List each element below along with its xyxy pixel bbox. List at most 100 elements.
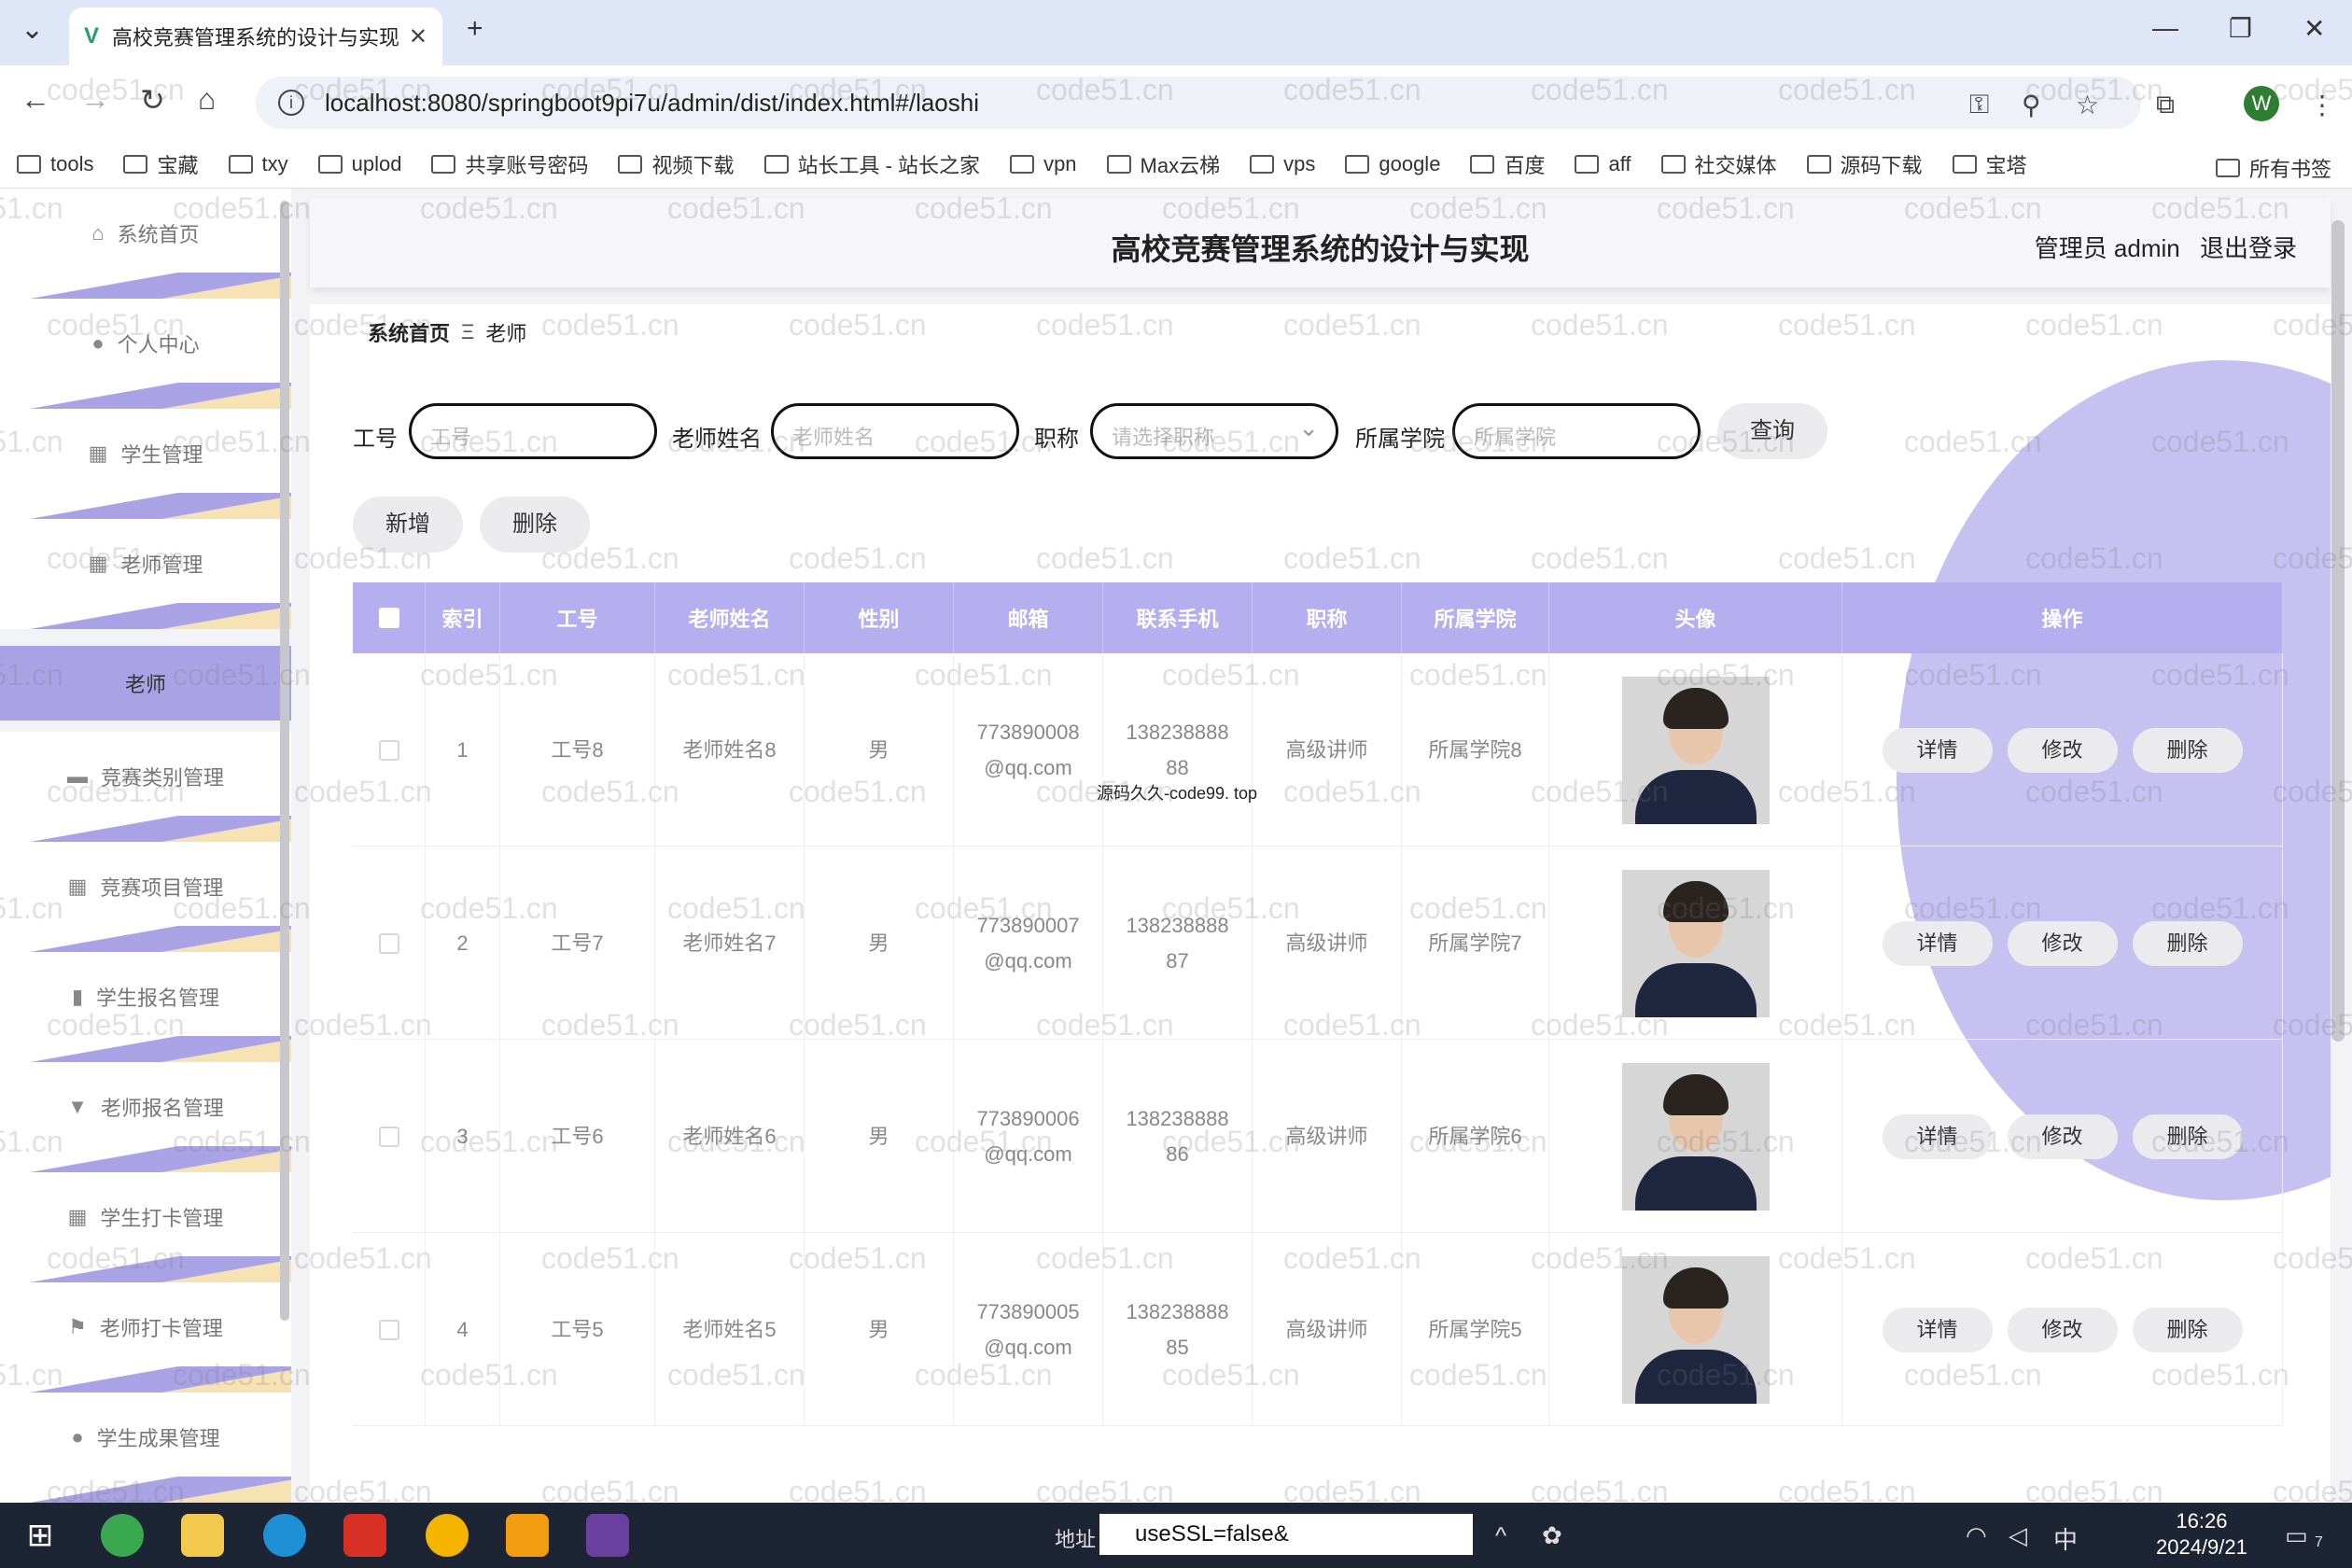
logout-link[interactable]: 退出登录 <box>2200 234 2297 262</box>
edit-button[interactable]: 修改 <box>2007 920 2118 966</box>
bookmark-item[interactable]: vps <box>1250 152 1315 176</box>
table-cell: 男 <box>805 1040 954 1233</box>
site-info-icon[interactable]: i <box>278 90 304 116</box>
bookmark-item[interactable]: 宝塔 <box>1952 149 2027 179</box>
wps-icon[interactable] <box>343 1514 386 1557</box>
college-input[interactable]: 所属学院 <box>1452 403 1701 459</box>
bookmark-item[interactable]: 站长工具 - 站长之家 <box>763 149 980 179</box>
sidebar-item[interactable]: ▦ 竞赛项目管理 <box>0 842 291 952</box>
sidebar-item[interactable]: ● 个人中心 <box>0 299 291 409</box>
url-text[interactable]: localhost:8080/springboot9pi7u/admin/dis… <box>325 89 979 118</box>
bookmark-label: vps <box>1283 151 1316 175</box>
notification-icon[interactable]: ▭ <box>2285 1521 2308 1550</box>
delete-button[interactable]: 删除 <box>2132 727 2243 773</box>
delete-button[interactable]: 删除 <box>2132 1113 2243 1159</box>
file-explorer-icon[interactable] <box>181 1514 224 1557</box>
sidebar-item-row: ● 学生成果管理 <box>0 1422 291 1452</box>
edge-icon[interactable] <box>263 1514 306 1557</box>
detail-button[interactable]: 详情 <box>1882 1307 1993 1352</box>
bookmark-item[interactable]: txy <box>228 152 288 176</box>
zoom-icon[interactable]: ⚲ <box>2022 90 2041 120</box>
clock[interactable]: 16:26 2024/9/21 <box>2156 1508 2247 1561</box>
query-button[interactable]: 查询 <box>1717 403 1827 459</box>
bookmark-item[interactable]: google <box>1345 152 1440 176</box>
window-close-icon[interactable]: ✕ <box>2303 13 2325 44</box>
bookmark-item[interactable]: aff <box>1575 152 1631 176</box>
detail-button[interactable]: 详情 <box>1882 920 1993 966</box>
tray-expand-icon[interactable]: ^ <box>1495 1521 1506 1550</box>
bookmark-item[interactable]: uplod <box>317 152 401 176</box>
cell-college: 所属学院7 <box>1428 931 1522 955</box>
sidebar-scrollbar[interactable] <box>280 201 289 1321</box>
network-icon[interactable]: ◠ <box>1966 1521 1987 1550</box>
app-orange-icon[interactable] <box>506 1514 549 1557</box>
restore-icon[interactable]: ❐ <box>2229 13 2252 44</box>
ime-indicator[interactable]: 中 <box>2053 1521 2078 1556</box>
menu-icon[interactable]: ⋮ <box>2309 90 2335 120</box>
detail-button[interactable]: 详情 <box>1882 1113 1993 1159</box>
chrome-icon[interactable] <box>426 1514 469 1557</box>
windows-start-icon[interactable]: ⊞ <box>19 1514 62 1557</box>
bookmark-item[interactable]: Max云梯 <box>1106 149 1220 179</box>
gonghao-input[interactable]: 工号 <box>409 403 657 459</box>
bookmark-item[interactable]: 源码下载 <box>1806 149 1923 179</box>
add-button[interactable]: 新增 <box>353 497 463 553</box>
table-cell: 详情 修改 删除 <box>1842 847 2283 1040</box>
edit-button[interactable]: 修改 <box>2007 1113 2118 1159</box>
page-scrollbar[interactable] <box>2331 220 2345 1042</box>
sidebar-item[interactable]: ▮ 学生报名管理 <box>0 952 291 1062</box>
breadcrumb-home[interactable]: 系统首页 <box>368 317 450 347</box>
tray-app-icon[interactable]: ✿ <box>1542 1521 1562 1550</box>
bookmark-item[interactable]: 视频下载 <box>618 149 735 179</box>
new-tab-button[interactable]: + <box>467 13 483 45</box>
bookmark-item[interactable]: vpn <box>1010 152 1077 176</box>
sidebar-item[interactable]: ▦ 学生管理 <box>0 409 291 519</box>
intellij-icon[interactable] <box>586 1514 629 1557</box>
sidebar-subitem-teacher[interactable]: 老师 <box>0 646 291 721</box>
bookmark-item[interactable]: 百度 <box>1470 149 1545 179</box>
row-checkbox[interactable] <box>378 1126 399 1147</box>
delete-button[interactable]: 删除 <box>2132 1307 2243 1352</box>
minimize-icon[interactable]: — <box>2152 13 2178 43</box>
app-header: 高校竞赛管理系统的设计与实现 管理员 admin 退出登录 <box>310 198 2331 287</box>
taskbar-address-input[interactable]: useSSL=false& <box>1099 1514 1473 1555</box>
profile-avatar[interactable]: W <box>2244 86 2279 121</box>
sidebar-item[interactable]: ▼ 老师报名管理 <box>0 1062 291 1172</box>
reload-icon[interactable]: ↻ <box>140 82 165 118</box>
row-checkbox[interactable] <box>378 739 399 761</box>
volume-icon[interactable]: ◁ <box>2009 1521 2027 1550</box>
detail-button[interactable]: 详情 <box>1882 727 1993 773</box>
browser-tab[interactable]: V 高校竞赛管理系统的设计与实现 ✕ <box>69 7 442 65</box>
delete-button[interactable]: 删除 <box>2132 920 2243 966</box>
edit-button[interactable]: 修改 <box>2007 727 2118 773</box>
select-all-checkbox[interactable] <box>378 608 399 628</box>
sidebar-item[interactable]: ● 学生成果管理 <box>0 1393 291 1503</box>
row-checkbox[interactable] <box>378 932 399 954</box>
back-icon[interactable]: ← <box>21 82 50 117</box>
sidebar-item[interactable]: ⌂ 系统首页 <box>0 189 291 299</box>
sidebar-item[interactable]: ▦ 学生打卡管理 <box>0 1172 291 1282</box>
edit-button[interactable]: 修改 <box>2007 1307 2118 1352</box>
sidebar-item[interactable]: ▬ 竞赛类别管理 <box>0 732 291 842</box>
bookmark-star-icon[interactable]: ☆ <box>2076 90 2099 120</box>
bookmark-item[interactable]: 社交媒体 <box>1660 149 1777 179</box>
sidebar-decoration <box>0 493 291 519</box>
sidebar-item[interactable]: ⚑ 老师打卡管理 <box>0 1282 291 1393</box>
teacher-name-input[interactable]: 老师姓名 <box>771 403 1019 459</box>
address-bar[interactable]: i localhost:8080/springboot9pi7u/admin/d… <box>256 77 2141 129</box>
app-green-icon[interactable] <box>101 1514 144 1557</box>
bookmark-item[interactable]: tools <box>17 152 93 176</box>
extensions-icon[interactable]: ⧉ <box>2156 90 2175 120</box>
close-tab-icon[interactable]: ✕ <box>409 23 427 50</box>
key-icon[interactable]: ⚿ <box>1969 90 1989 120</box>
sidebar-item[interactable]: ▦ 老师管理 <box>0 519 291 629</box>
batch-delete-button[interactable]: 删除 <box>480 497 590 553</box>
home-icon[interactable]: ⌂ <box>198 82 216 117</box>
tab-search-icon[interactable]: ⌄ <box>21 13 44 46</box>
all-bookmarks[interactable]: 所有书签 <box>2215 153 2331 183</box>
row-checkbox[interactable] <box>378 1319 399 1340</box>
bookmark-item[interactable]: 共享账号密码 <box>431 149 588 179</box>
bookmark-item[interactable]: 宝藏 <box>123 149 199 179</box>
forward-icon[interactable]: → <box>80 82 110 117</box>
title-select[interactable]: 请选择职称 <box>1090 403 1338 459</box>
